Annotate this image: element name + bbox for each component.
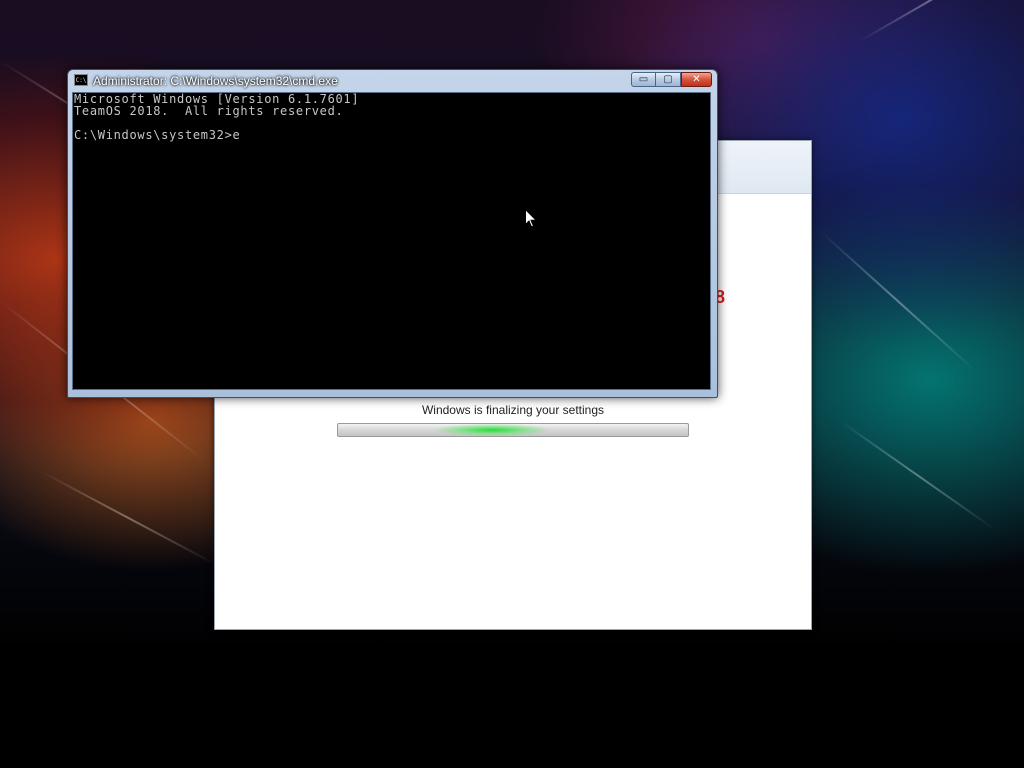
console-line: TeamOS 2018. All rights reserved. xyxy=(74,104,344,118)
arrow-pointer-icon xyxy=(525,208,538,233)
minimize-button[interactable]: ▭ xyxy=(631,72,656,87)
wallpaper-streak xyxy=(859,0,1000,42)
console-output: Microsoft Windows [Version 6.1.7601] Tea… xyxy=(74,93,359,141)
setup-status-text: Windows is finalizing your settings xyxy=(421,403,605,417)
setup-progress-bar xyxy=(337,423,689,437)
wallpaper-streak xyxy=(819,230,977,373)
cmd-window[interactable]: C:\ Administrator: C:\Windows\system32\c… xyxy=(67,69,718,398)
progress-bar-glow xyxy=(436,424,548,436)
wallpaper-streak xyxy=(839,420,997,531)
close-button[interactable]: ✕ xyxy=(681,72,712,87)
cmd-app-icon[interactable]: C:\ xyxy=(74,74,88,86)
console-prompt-line: C:\Windows\system32>e xyxy=(74,128,241,142)
cmd-window-title: Administrator: C:\Windows\system32\cmd.e… xyxy=(93,74,338,88)
cmd-console-area[interactable]: Microsoft Windows [Version 6.1.7601] Tea… xyxy=(72,92,711,390)
desktop-background: 8 Windows is finalizing your settings C:… xyxy=(0,0,1024,768)
cmd-title-bar[interactable]: C:\ Administrator: C:\Windows\system32\c… xyxy=(68,70,717,91)
maximize-button[interactable]: ▢ xyxy=(656,72,681,87)
wallpaper-streak xyxy=(39,470,218,566)
